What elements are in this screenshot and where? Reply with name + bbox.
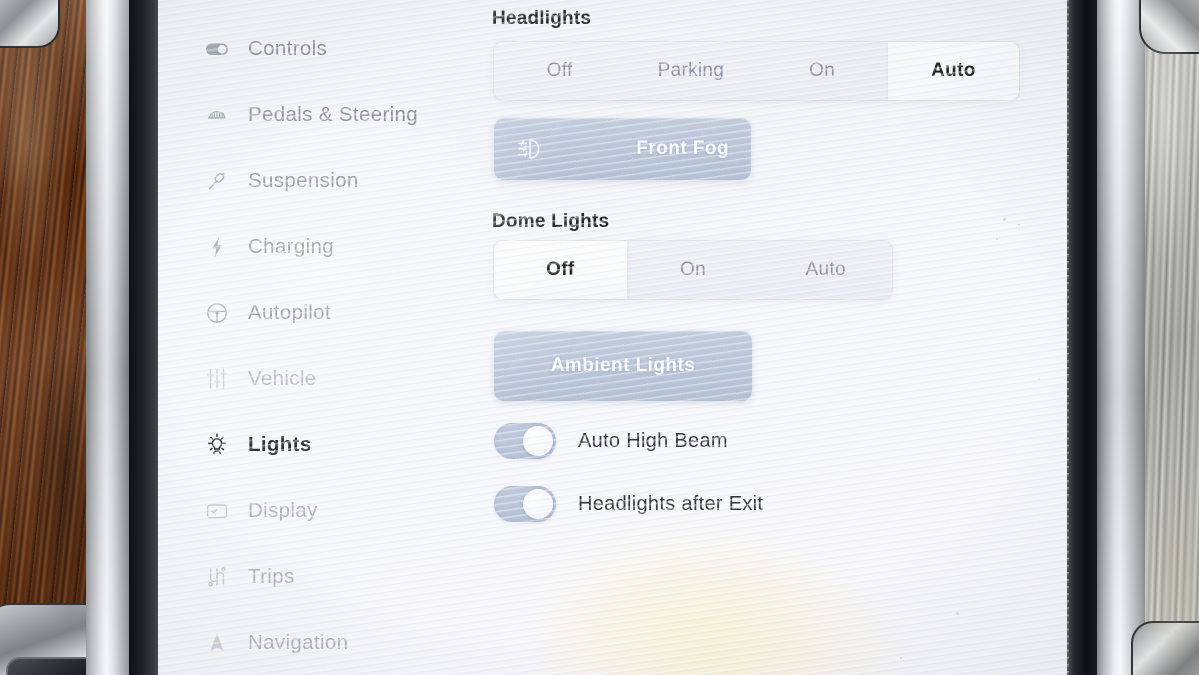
sidebar-item-trips[interactable]: Trips <box>158 544 468 610</box>
headlights-option-auto[interactable]: Auto <box>887 42 1019 100</box>
right-silver-trim-bar <box>1097 0 1149 675</box>
sidebar-item-label: Navigation <box>248 631 349 654</box>
sidebar-item-label: Charging <box>248 235 334 258</box>
headlights-option-off[interactable]: Off <box>494 42 625 100</box>
sidebar-item-vehicle[interactable]: Vehicle <box>158 346 468 412</box>
toggle-knob <box>523 489 553 519</box>
settings-sidebar: Controls Pedals & Steering Suspension Ch… <box>158 0 468 675</box>
screen-dust-speck <box>1018 224 1020 226</box>
navigation-arrow-icon <box>204 630 230 656</box>
dome-option-auto[interactable]: Auto <box>759 241 892 299</box>
headlights-mode-selector[interactable]: Off Parking On Auto <box>494 42 1019 100</box>
sidebar-item-label: Lights <box>248 433 312 456</box>
trip-route-icon <box>204 564 230 590</box>
dome-option-on[interactable]: On <box>627 241 760 299</box>
touchscreen-display[interactable]: Controls Pedals & Steering Suspension Ch… <box>158 0 1069 675</box>
sidebar-item-pedals-steering[interactable]: Pedals & Steering <box>158 82 468 148</box>
right-screen-bezel <box>1067 0 1099 675</box>
sidebar-item-charging[interactable]: Charging <box>158 214 468 280</box>
sidebar-item-label: Suspension <box>248 169 359 192</box>
left-silver-trim-bar <box>86 0 132 675</box>
toggle-knob <box>523 426 553 456</box>
left-wood-dash-panel <box>0 0 122 675</box>
dome-lights-section-title: Dome Lights <box>492 211 610 232</box>
sidebar-item-label: Autopilot <box>248 301 331 324</box>
sidebar-item-suspension[interactable]: Suspension <box>158 148 468 214</box>
screen-dust-speck <box>996 238 998 240</box>
car-interior-photo: Controls Pedals & Steering Suspension Ch… <box>0 0 1199 675</box>
right-wood-dash-panel <box>1131 0 1199 675</box>
right-bottom-trim-corner <box>1131 621 1199 675</box>
front-fog-lamp-icon <box>516 137 550 161</box>
auto-high-beam-row[interactable]: Auto High Beam <box>494 423 728 459</box>
sidebar-item-lights[interactable]: Lights <box>158 412 468 478</box>
lightning-bolt-icon <box>204 234 230 260</box>
screen-dust-speck <box>1003 218 1006 221</box>
steering-wheel-icon <box>204 300 230 326</box>
ambient-lights-button[interactable]: Ambient Lights <box>494 331 752 401</box>
auto-high-beam-toggle[interactable] <box>494 423 556 459</box>
sidebar-item-label: Display <box>248 499 318 522</box>
left-screen-bezel <box>129 0 160 675</box>
sidebar-item-label: Trips <box>248 565 295 588</box>
shock-absorber-icon <box>204 168 230 194</box>
headlights-after-exit-toggle[interactable] <box>494 486 556 522</box>
front-fog-button[interactable]: Front Fog <box>494 118 751 180</box>
left-top-trim-corner <box>0 0 60 48</box>
sliders-icon <box>204 366 230 392</box>
headlights-section-title: Headlights <box>492 8 592 29</box>
lights-content-pane: Headlights Off Parking On Auto Front Fog… <box>492 0 1069 675</box>
right-top-trim-corner <box>1139 0 1199 54</box>
sidebar-item-label: Pedals & Steering <box>248 103 419 126</box>
headlights-option-parking[interactable]: Parking <box>625 42 756 100</box>
sidebar-item-navigation[interactable]: Navigation <box>158 610 468 675</box>
headlights-after-exit-label: Headlights after Exit <box>578 492 764 515</box>
front-fog-label: Front Fog <box>636 138 729 159</box>
screen-dust-speck <box>956 612 959 615</box>
headlights-option-on[interactable]: On <box>757 42 888 100</box>
sidebar-item-autopilot[interactable]: Autopilot <box>158 280 468 346</box>
sidebar-item-display[interactable]: Display <box>158 478 468 544</box>
lights-settings-screen: Controls Pedals & Steering Suspension Ch… <box>158 0 1069 675</box>
sidebar-item-label: Vehicle <box>248 367 317 390</box>
auto-high-beam-label: Auto High Beam <box>578 429 728 452</box>
screen-dust-speck <box>900 657 902 659</box>
headlights-after-exit-row[interactable]: Headlights after Exit <box>494 486 763 522</box>
sidebar-item-label: Controls <box>248 37 328 60</box>
screen-dust-speck <box>1038 378 1040 380</box>
display-screen-icon <box>204 498 230 524</box>
ambient-lights-label: Ambient Lights <box>550 355 696 376</box>
dome-lights-mode-selector[interactable]: Off On Auto <box>494 241 892 299</box>
sidebar-item-controls[interactable]: Controls <box>158 16 468 82</box>
pedals-icon <box>204 102 230 128</box>
toggle-switch-icon <box>204 36 230 62</box>
dome-option-off[interactable]: Off <box>494 241 627 299</box>
light-bulb-icon <box>204 432 230 458</box>
